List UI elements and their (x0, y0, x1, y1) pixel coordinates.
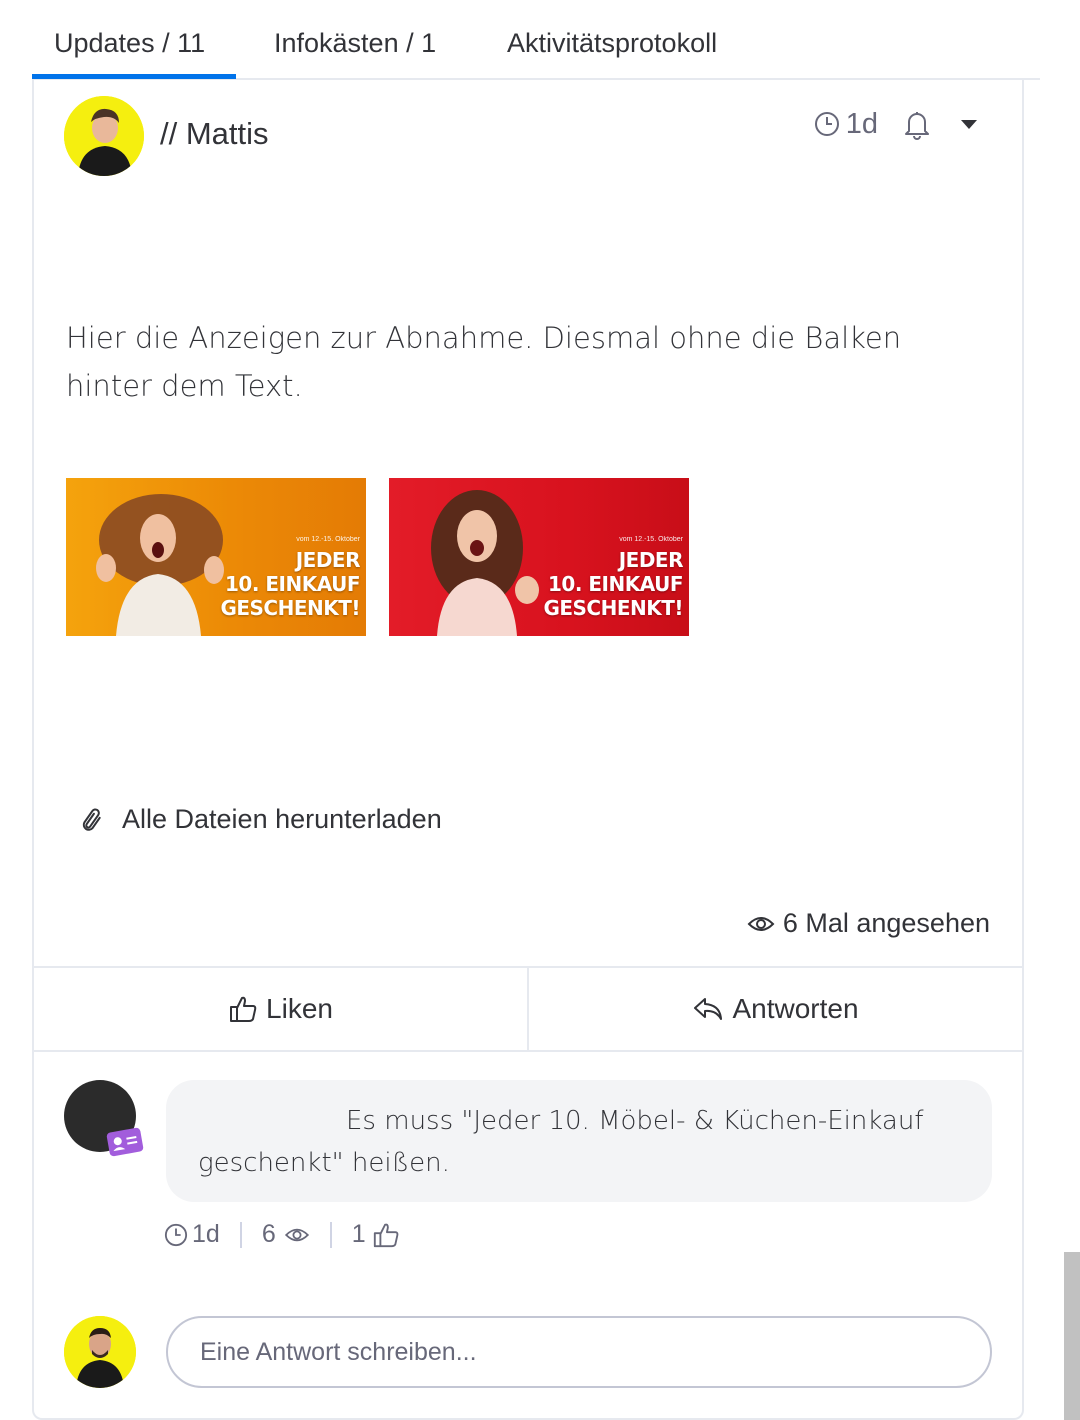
ad-date: vom 12.-15. Oktober (296, 536, 360, 543)
ad-headline: JEDER 10. EINKAUF GESCHENKT! (543, 548, 683, 620)
post-meta: 1d (814, 104, 982, 144)
tab-activity-log[interactable]: Aktivitätsprotokoll (507, 28, 717, 59)
eye-icon (747, 916, 775, 931)
post-actions: Liken Antworten (34, 966, 1022, 1052)
reply-label: Antworten (732, 993, 859, 1024)
ad-headline: JEDER 10. EINKAUF GESCHENKT! (220, 548, 360, 620)
reply-views-count: 6 (261, 1220, 276, 1248)
author-avatar[interactable] (64, 96, 144, 176)
author-name[interactable]: // Mattis (160, 116, 269, 152)
person-photo-icon (64, 1316, 136, 1388)
ad-headline-line: GESCHENKT! (220, 596, 360, 620)
guest-badge-icon (106, 1127, 144, 1157)
clock-icon (164, 1223, 188, 1246)
chevron-down-icon[interactable] (956, 111, 982, 137)
view-count-label: 6 Mal angesehen (782, 908, 990, 938)
reply-meta: 1d 6 1 (164, 1220, 400, 1249)
like-label: Liken (266, 993, 333, 1024)
download-all-label: Alle Dateien herunterladen (122, 804, 442, 834)
reply-bubble: Es muss "Jeder 10. Möbel- & Küchen-Einka… (166, 1080, 992, 1202)
thumbs-up-icon (230, 996, 257, 1022)
reply-time: 1d (192, 1220, 220, 1248)
reply-likes-count: 1 (351, 1220, 366, 1248)
meta-separator (239, 1221, 242, 1248)
ad-headline-line: 10. EINKAUF (548, 572, 683, 596)
ad-headline-line: JEDER (295, 548, 361, 572)
eye-icon[interactable] (284, 1226, 310, 1244)
reply-button[interactable]: Antworten (529, 968, 1022, 1050)
ad-headline-line: JEDER (618, 548, 684, 572)
post-time: 1d (814, 108, 878, 141)
meta-separator (329, 1221, 332, 1248)
scrollbar-thumb[interactable] (1064, 1252, 1080, 1420)
person-photo-icon (64, 96, 144, 176)
reply-text: Es muss "Jeder 10. Möbel- & Küchen-Einka… (198, 1106, 924, 1178)
bell-icon[interactable] (900, 107, 934, 141)
thumbs-up-icon[interactable] (372, 1221, 400, 1249)
reply-arrow-icon (694, 998, 723, 1020)
post-time-label: 1d (845, 107, 878, 140)
post-body: Hier die Anzeigen zur Abnahme. Diesmal o… (66, 321, 902, 403)
like-button[interactable]: Liken (34, 968, 527, 1050)
id-card-icon (113, 1135, 138, 1152)
tab-updates[interactable]: Updates / 11 (54, 28, 205, 59)
update-card: // Mattis 1d Hier die Anzeigen zur Abnah… (32, 80, 1024, 1420)
download-all-files-link[interactable]: Alle Dateien herunterladen (78, 804, 442, 835)
ad-date: vom 12.-15. Oktober (619, 536, 683, 543)
ad-headline-line: GESCHENKT! (543, 596, 683, 620)
view-count[interactable]: 6 Mal angesehen (747, 908, 990, 939)
paperclip-icon (82, 808, 101, 831)
tab-bar: Updates / 11 Infokästen / 1 Aktivitätspr… (32, 0, 1040, 80)
tab-infokaesten[interactable]: Infokästen / 1 (274, 28, 436, 59)
clock-icon (814, 112, 839, 136)
reply-author-avatar[interactable] (64, 1080, 144, 1157)
current-user-avatar (64, 1316, 136, 1388)
attachment-image-2[interactable]: vom 12.-15. Oktober JEDER 10. EINKAUF GE… (389, 478, 689, 636)
ad-headline-line: 10. EINKAUF (225, 572, 360, 596)
reply-input[interactable] (166, 1316, 992, 1388)
active-tab-indicator (32, 74, 236, 79)
attachment-image-1[interactable]: vom 12.-15. Oktober JEDER 10. EINKAUF GE… (66, 478, 366, 636)
